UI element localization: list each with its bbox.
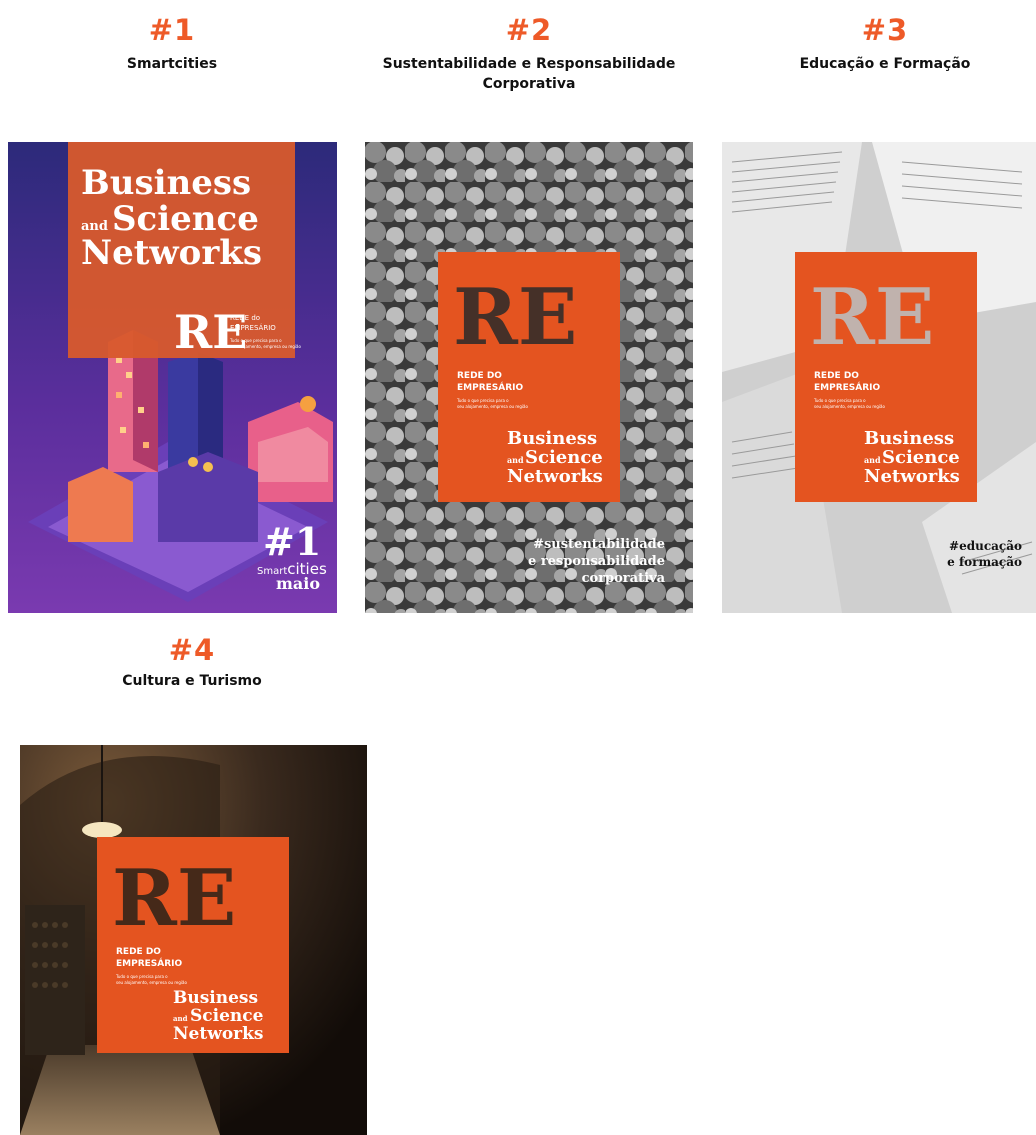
- cover-smartcities[interactable]: Business and Science Networks RE REDE do…: [8, 142, 337, 613]
- brand-and: and: [507, 455, 524, 465]
- brand-line: Networks: [864, 466, 960, 487]
- re-logo: RE: [810, 272, 934, 363]
- tagline: Tudo o que precisa para o: [229, 338, 282, 343]
- brand-line: Business: [173, 988, 258, 1008]
- brand-line: Science: [190, 1006, 264, 1026]
- brand-line: Science: [882, 447, 960, 468]
- tagline: seu alojamento, empresa ou região: [116, 980, 187, 985]
- issue-2-heading: #2 Sustentabilidade e Responsabilidade C…: [360, 14, 698, 94]
- cover-educacao[interactable]: RE REDE DO EMPRESÁRIO Tudo o que precisa…: [722, 142, 1036, 613]
- issue-title-line: Corporativa: [482, 76, 576, 92]
- re-logo: RE: [112, 853, 236, 944]
- tagline: Tudo o que precisa para o: [456, 398, 509, 403]
- lamp-icon: [82, 822, 122, 838]
- tagline: Tudo o que precisa para o: [115, 974, 168, 979]
- brand-and: and: [864, 455, 881, 465]
- tagline: seu alojamento, empresa ou região: [814, 404, 885, 409]
- cover-sustentabilidade[interactable]: RE REDE DO EMPRESÁRIO Tudo o que precisa…: [365, 142, 693, 613]
- re-logo: RE: [453, 272, 577, 363]
- logo-subtitle: EMPRESÁRIO: [814, 381, 881, 393]
- logo-subtitle: EMPRESÁRIO: [230, 323, 276, 332]
- logo-subtitle: EMPRESÁRIO: [457, 381, 524, 393]
- logo-subtitle: REDE DO: [814, 371, 859, 381]
- issue-3-heading: #3 Educação e Formação: [780, 14, 990, 74]
- hashtag-line: e responsabilidade: [528, 554, 665, 569]
- brand-line: Business: [507, 428, 597, 449]
- brand-line: Business: [864, 428, 954, 449]
- issue-number: #4: [168, 633, 216, 667]
- hashtag-line: #sustentabilidade: [533, 537, 665, 552]
- issue-mark: #1: [263, 519, 321, 564]
- tagline: Tudo o que precisa para o: [813, 398, 866, 403]
- issue-title: Smartcities: [126, 56, 218, 72]
- cover-month: maio: [276, 574, 320, 593]
- logo-subtitle: REDE DO: [116, 947, 161, 957]
- issue-title: Educação e Formação: [799, 56, 971, 72]
- hashtag-line: corporativa: [582, 571, 666, 586]
- brand-line: Networks: [81, 233, 262, 273]
- issue-number: #1: [148, 13, 196, 47]
- brand-line: Networks: [173, 1024, 264, 1044]
- tagline: seu alojamento, empresa ou região: [230, 344, 301, 349]
- issue-number: #3: [861, 13, 909, 47]
- issue-4-heading: #4 Cultura e Turismo: [92, 634, 292, 691]
- logo-subtitle: REDE DO: [457, 371, 502, 381]
- brand-and: and: [173, 1014, 188, 1023]
- brand-line: Business: [81, 163, 251, 203]
- brand-and: and: [81, 219, 108, 234]
- tagline: seu alojamento, empresa ou região: [457, 404, 528, 409]
- issue-title: Sustentabilidade e Responsabilidade Corp…: [360, 54, 698, 94]
- brand-line: Science: [525, 447, 603, 468]
- hashtag-line: #educação: [949, 539, 1022, 553]
- issue-1-heading: #1 Smartcities: [72, 14, 272, 74]
- cover-cultura-turismo[interactable]: RE REDE DO EMPRESÁRIO Tudo o que precisa…: [20, 745, 367, 1135]
- issue-number: #2: [505, 13, 553, 47]
- logo-subtitle: EMPRESÁRIO: [116, 957, 183, 969]
- brand-line: Networks: [507, 466, 603, 487]
- issue-title-line: Sustentabilidade e Responsabilidade: [382, 56, 676, 72]
- issue-title: Cultura e Turismo: [122, 673, 262, 689]
- logo-subtitle: REDE do: [230, 314, 260, 322]
- hashtag-line: e formação: [947, 555, 1022, 569]
